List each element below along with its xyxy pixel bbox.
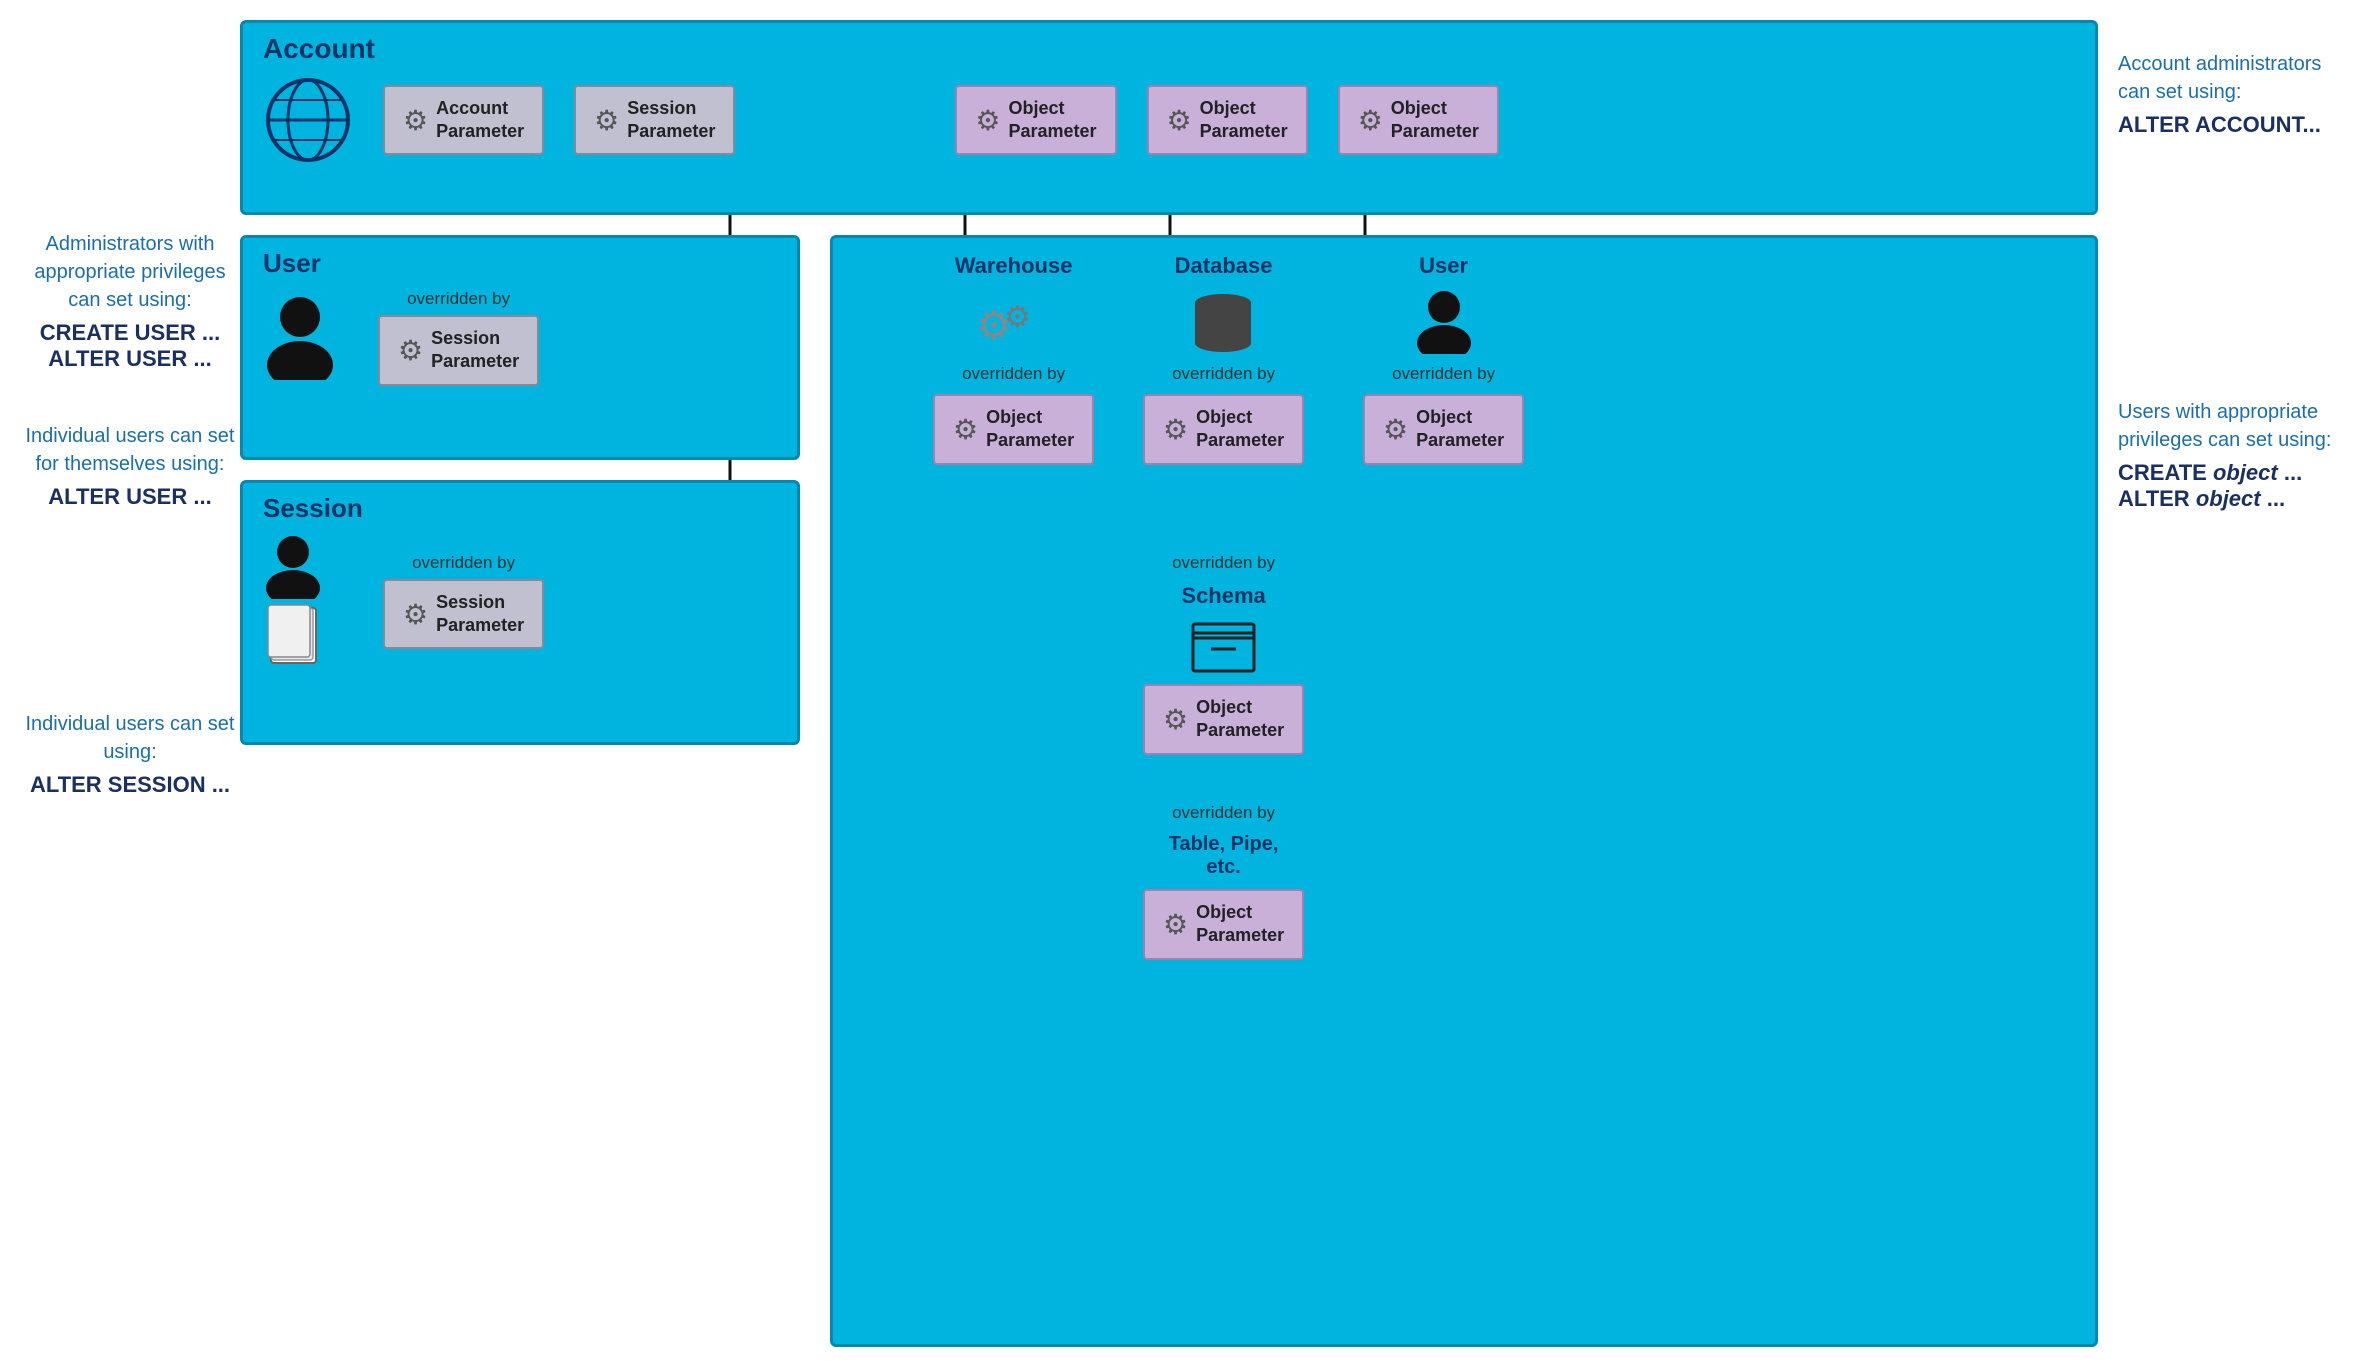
alter-account-cmd: ALTER ACCOUNT... [2118,112,2358,138]
objects-box: Warehouse ⚙ ⚙ overridden by ⚙ ObjectPara… [830,235,2098,1347]
session-person-icon [263,534,323,599]
warehouse-col: Warehouse ⚙ ⚙ overridden by ⚙ ObjectPara… [933,253,1094,465]
warehouse-label: Warehouse [955,253,1073,279]
alter-account-block: Account administrators can set using: AL… [2118,50,2358,138]
warehouse-icon: ⚙ ⚙ [976,289,1051,354]
account-obj-param-3: ⚙ ObjectParameter [1338,85,1499,156]
obj-param-2-gear: ⚙ [1167,104,1192,137]
session-box: Session [240,480,800,745]
user-person-icon [263,295,338,380]
account-obj-param-2: ⚙ ObjectParameter [1147,85,1308,156]
user-overridden-label: overridden by [407,289,510,309]
schema-gear: ⚙ [1163,703,1188,736]
alter-session-label-block: Individual users can set using: ALTER SE… [20,710,240,798]
diagram-area: Account ⚙ AccountParameter ⚙ [240,20,2098,1347]
account-content: ⚙ AccountParameter ⚙ SessionParameter ⚙ … [263,75,2075,165]
user-obj-label: User [1419,253,1468,279]
session-gear: ⚙ [403,598,428,631]
alter-user-desc: Individual users can set for themselves … [20,422,240,478]
user-obj-col: User overridden by ⚙ ObjectParameter [1363,253,1524,465]
obj-param-2-label: ObjectParameter [1200,97,1288,144]
session-content: overridden by ⚙ SessionParameter [263,534,777,668]
account-obj-param-1: ⚙ ObjectParameter [955,85,1116,156]
admin-desc: Administrators with appropriate privileg… [20,230,240,314]
user-obj-param: ⚙ ObjectParameter [1363,394,1524,465]
alter-session-cmd: ALTER SESSION ... [20,772,240,798]
admin-label-block: Administrators with appropriate privileg… [20,230,240,372]
alter-account-desc: Account administrators can set using: [2118,50,2358,106]
warehouse-obj-gear: ⚙ [953,413,978,446]
session-overridden-label: overridden by [412,553,515,573]
session-title: Session [263,493,777,524]
create-alter-object-block: Users with appropriate privileges can se… [2118,398,2358,512]
table-pipe-col: overridden by Table, Pipe, etc. ⚙ Object… [1143,803,1304,960]
account-session-gear: ⚙ [594,104,619,137]
alter-user-label-block: Individual users can set for themselves … [20,422,240,510]
account-param-box: ⚙ AccountParameter [383,85,544,156]
svg-text:⚙: ⚙ [1004,301,1031,334]
schema-pre-overridden: overridden by [1172,553,1275,573]
warehouse-obj-label: ObjectParameter [986,406,1074,453]
warehouse-overridden: overridden by [962,364,1065,384]
left-labels: Administrators with appropriate privileg… [20,20,240,1347]
object-italic-2: object [2196,486,2261,511]
schema-col: overridden by Schema ⚙ ObjectParameter [1143,553,1304,755]
account-param-gear: ⚙ [403,104,428,137]
account-param-label: AccountParameter [436,97,524,144]
schema-param-label: ObjectParameter [1196,696,1284,743]
account-session-param-box: ⚙ SessionParameter [574,85,735,156]
right-labels: Account administrators can set using: AL… [2098,20,2358,1347]
table-pipe-overridden: overridden by [1172,803,1275,823]
database-obj-param: ⚙ ObjectParameter [1143,394,1304,465]
database-icon [1191,289,1256,354]
user-obj-icon [1414,289,1474,354]
session-label: SessionParameter [436,591,524,638]
account-title: Account [263,33,2075,65]
user-session-gear: ⚙ [398,334,423,367]
obj-param-1-label: ObjectParameter [1008,97,1096,144]
obj-param-1-gear: ⚙ [975,104,1000,137]
table-pipe-obj-param: ⚙ ObjectParameter [1143,889,1304,960]
obj-param-3-label: ObjectParameter [1391,97,1479,144]
table-pipe-param-label: ObjectParameter [1196,901,1284,948]
schema-icon [1191,619,1256,674]
table-pipe-gear: ⚙ [1163,908,1188,941]
user-obj-param-label: ObjectParameter [1416,406,1504,453]
session-param-box: ⚙ SessionParameter [383,579,544,650]
user-title: User [263,248,777,279]
alter-session-desc: Individual users can set using: [20,710,240,766]
table-pipe-label: Table, Pipe, etc. [1169,833,1279,879]
account-box: Account ⚙ AccountParameter ⚙ [240,20,2098,215]
database-col: Database overridden by ⚙ ObjectParameter [1143,253,1304,465]
database-obj-gear: ⚙ [1163,413,1188,446]
session-doc-icon [266,603,321,668]
create-object-cmd: CREATE object ... ALTER object ... [2118,460,2358,512]
alter-user-cmd: ALTER USER ... [20,484,240,510]
objects-inner: Warehouse ⚙ ⚙ overridden by ⚙ ObjectPara… [853,248,2075,1334]
main-container: Administrators with appropriate privileg… [20,20,2358,1347]
user-box: User overridden by ⚙ SessionParameter [240,235,800,460]
schema-obj-param: ⚙ ObjectParameter [1143,684,1304,755]
obj-param-3-gear: ⚙ [1358,104,1383,137]
user-content: overridden by ⚙ SessionParameter [263,289,777,386]
user-session-param-box: ⚙ SessionParameter [378,315,539,386]
user-session-label: SessionParameter [431,327,519,374]
account-session-label: SessionParameter [627,97,715,144]
user-obj-gear: ⚙ [1383,413,1408,446]
globe-icon [263,75,353,165]
user-obj-overridden: overridden by [1392,364,1495,384]
schema-label: Schema [1181,583,1265,609]
object-italic-1: object [2213,460,2278,485]
database-label: Database [1175,253,1273,279]
database-obj-label: ObjectParameter [1196,406,1284,453]
warehouse-obj-param: ⚙ ObjectParameter [933,394,1094,465]
create-object-desc: Users with appropriate privileges can se… [2118,398,2358,454]
admin-cmd: CREATE USER ... ALTER USER ... [20,320,240,372]
database-overridden: overridden by [1172,364,1275,384]
